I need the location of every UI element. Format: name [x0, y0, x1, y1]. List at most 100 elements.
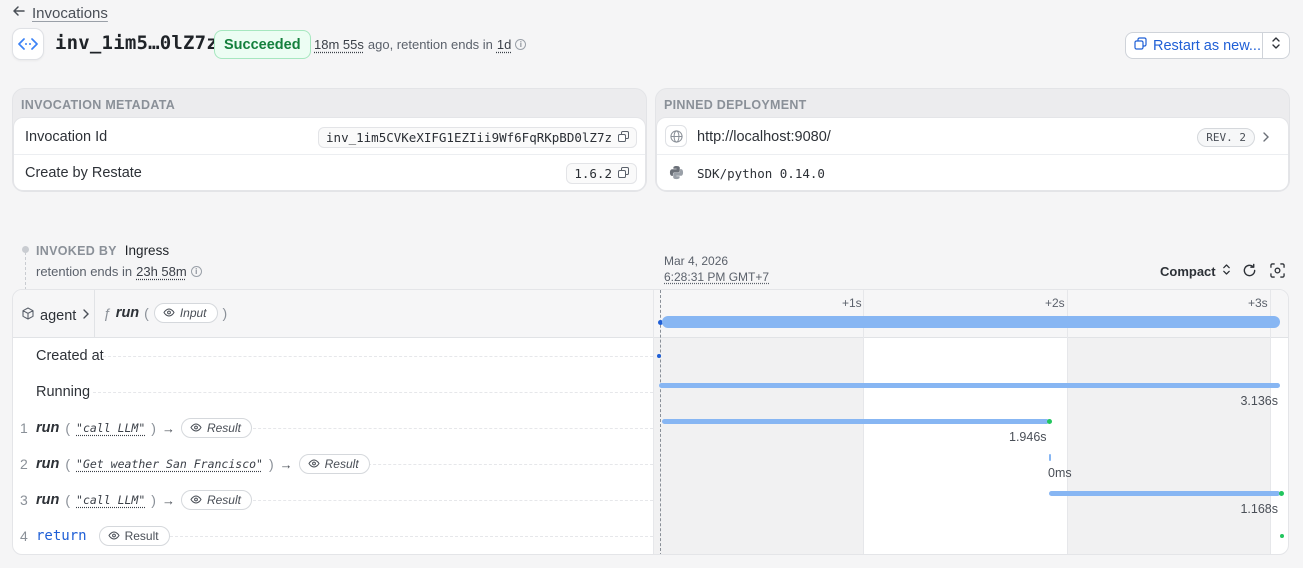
invocation-id-label: Invocation Id	[25, 129, 108, 145]
metadata-table: Invocation Id inv_1im5CVKeXIFG1EZIii9Wf6…	[13, 117, 646, 191]
invocation-title: inv_1im5…0lZ7z	[55, 32, 218, 54]
step-duration: 0ms	[1048, 466, 1072, 480]
age-suffix: ago, retention ends in	[367, 37, 493, 52]
invoked-by: INVOKED BY Ingress	[36, 243, 169, 258]
chevron-up-down-icon	[1271, 36, 1281, 55]
invoked-by-label: INVOKED BY	[36, 243, 117, 258]
step-row: run ( "Get weather San Francisco" ) → Re…	[36, 454, 370, 474]
revision-badge: REV. 2	[1197, 128, 1255, 147]
step-function: run	[36, 492, 60, 508]
copy-icon[interactable]	[618, 166, 629, 181]
running-duration: 3.136s	[1240, 394, 1278, 408]
chevron-right-icon	[82, 307, 90, 325]
info-icon[interactable]: i	[190, 266, 202, 277]
step-argument: "call LLM"	[76, 493, 146, 507]
step-row: return Result	[36, 526, 170, 546]
step-argument: "call LLM"	[76, 421, 146, 435]
arrow-right-icon: →	[161, 420, 175, 436]
created-at-dot	[657, 354, 661, 358]
result-label: Result	[124, 529, 159, 543]
handler-name: run	[115, 305, 140, 321]
tick-label: +2s	[1045, 296, 1065, 310]
return-dot	[1280, 534, 1284, 538]
step-bar[interactable]	[1049, 454, 1051, 461]
invocation-id-value[interactable]: inv_1im5CVKeXIFG1EZIii9Wf6FqRKpBD0lZ7z	[318, 127, 637, 148]
eye-icon	[108, 529, 120, 543]
service-name: agent	[40, 308, 77, 324]
step-row: run ( "call LLM" ) → Result	[36, 418, 252, 438]
retention-value: 23h 58m	[136, 264, 187, 279]
view-mode-select[interactable]: Compact	[1160, 263, 1231, 279]
age-value: 18m 55s	[314, 37, 364, 52]
timeline-time: 6:28:31 PM GMT+7	[664, 270, 770, 284]
result-label: Result	[206, 421, 241, 435]
step-number: 1	[20, 420, 28, 436]
refresh-icon[interactable]	[1242, 263, 1257, 283]
back-link-label: Invocations	[32, 4, 108, 22]
result-label: Result	[206, 493, 241, 507]
running-label: Running	[36, 384, 91, 400]
python-icon	[669, 165, 684, 185]
step-function: run	[36, 456, 60, 472]
step-bar[interactable]	[662, 419, 1049, 424]
step-bar[interactable]	[1049, 491, 1280, 496]
status-badge: Succeeded	[214, 30, 311, 59]
deployment-url[interactable]: http://localhost:9080/	[697, 129, 831, 145]
arrow-right-icon: →	[161, 492, 175, 508]
eye-icon	[190, 493, 202, 507]
function-icon: ƒ	[103, 305, 111, 321]
step-number: 3	[20, 492, 28, 508]
step-end-dot	[1047, 419, 1052, 424]
eye-icon	[163, 306, 175, 320]
retention-prefix: retention ends in	[36, 264, 133, 279]
invocation-id-text: inv_1im5CVKeXIFG1EZIii9Wf6FqRKpBD0lZ7z	[326, 130, 612, 145]
restart-as-new-button[interactable]: Restart as new...	[1125, 32, 1263, 59]
card-title: PINNED DEPLOYMENT	[664, 98, 807, 112]
restate-version-text: 1.6.2	[574, 166, 612, 181]
invocation-age: 18m 55s ago, retention ends in 1d i	[314, 37, 527, 52]
timeline-node-dot	[22, 246, 29, 253]
invocation-icon	[12, 28, 44, 60]
timeline-start: Mar 4, 2026 6:28:31 PM GMT+7	[664, 253, 769, 285]
step-duration: 1.946s	[1009, 430, 1047, 444]
copy-icon[interactable]	[618, 130, 629, 145]
restart-label: Restart as new...	[1153, 37, 1261, 54]
handler-signature: ƒ run ( Input )	[103, 303, 228, 323]
tick-label: +1s	[842, 296, 862, 310]
created-by-label: Create by Restate	[25, 165, 142, 181]
result-label: Result	[324, 457, 359, 471]
timeline-panel: +1s +2s +3s agent ƒ run ( Input ) Create…	[12, 289, 1289, 555]
retention-value: 1d	[496, 37, 512, 52]
sdk-version: SDK/python 0.14.0	[697, 166, 825, 181]
result-button[interactable]: Result	[180, 490, 252, 510]
invocation-metadata-card: INVOCATION METADATA Invocation Id inv_1i…	[12, 88, 647, 192]
info-icon[interactable]: i	[515, 39, 527, 50]
arrow-left-icon	[12, 4, 26, 22]
running-bar[interactable]	[659, 383, 1280, 388]
back-link[interactable]: Invocations	[12, 4, 108, 22]
result-button[interactable]: Result	[298, 454, 370, 474]
pinned-deployment-card: PINNED DEPLOYMENT http://localhost:9080/…	[655, 88, 1290, 192]
result-button[interactable]: Result	[180, 418, 252, 438]
chevron-right-icon[interactable]	[1262, 130, 1270, 148]
focus-icon[interactable]	[1270, 263, 1285, 283]
input-label: Input	[179, 306, 207, 320]
chevron-up-down-icon	[1222, 263, 1231, 279]
service-selector[interactable]: agent	[22, 307, 90, 325]
view-mode-label: Compact	[1160, 263, 1216, 279]
tick-label: +3s	[1248, 296, 1268, 310]
invoked-by-value: Ingress	[124, 243, 170, 258]
input-button[interactable]: Input	[153, 303, 218, 323]
eye-icon	[308, 457, 320, 471]
copy-icon	[1134, 37, 1147, 54]
step-argument: "Get weather San Francisco"	[76, 457, 263, 471]
deployment-table: http://localhost:9080/ REV. 2 SDK/python…	[656, 117, 1289, 191]
step-number: 4	[20, 528, 28, 544]
result-button[interactable]: Result	[98, 526, 170, 546]
restate-version-value[interactable]: 1.6.2	[566, 163, 637, 184]
arrow-right-icon: →	[279, 456, 293, 472]
cube-icon	[22, 307, 34, 325]
step-row: run ( "call LLM" ) → Result	[36, 490, 252, 510]
restart-options-dropdown[interactable]	[1263, 32, 1290, 59]
invocation-bar[interactable]	[662, 316, 1280, 328]
